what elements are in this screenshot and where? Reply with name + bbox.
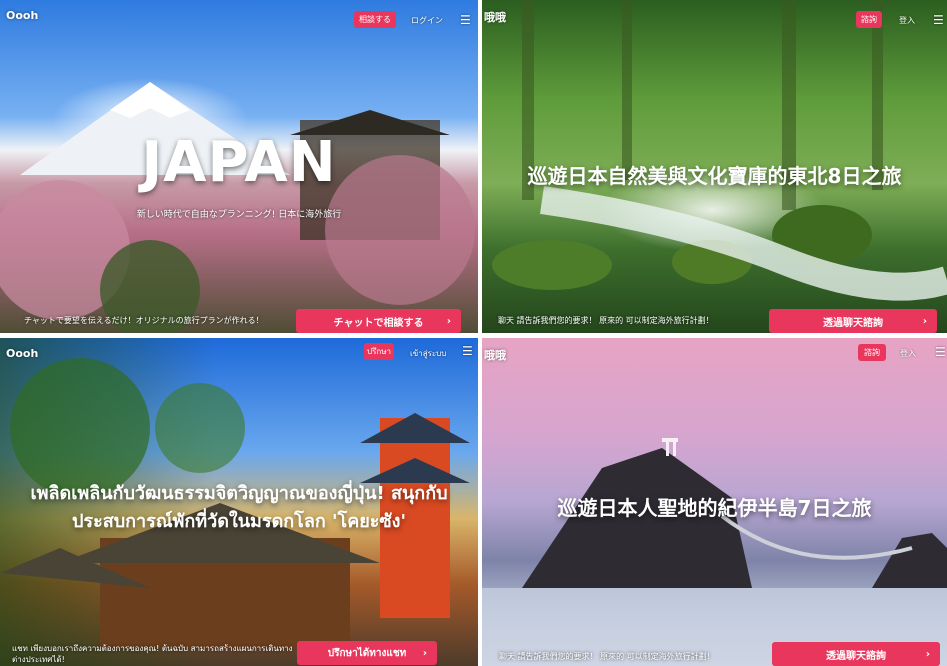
hero-title: 巡遊日本人聖地的紀伊半島7日之旅 [557,496,872,520]
chat-consult-label: 透過聊天諮詢 [823,317,883,329]
chevron-right-icon: › [922,315,927,327]
logo[interactable]: 哦哦 [484,347,506,363]
panel-japan-ja: Oooh 相談する ログイン ☰ JAPAN 新しい時代で自由なプランニング! … [0,0,478,333]
bottom-message: แชท เพียงบอกเราถึงความต้องการของคุณ! ต้น… [12,643,293,665]
bottom-message: 聊天 請告訴我們您的要求！ 原來的 可以制定海外旅行計劃！ [499,652,715,661]
chat-consult-button[interactable]: 透過聊天諮詢 › [769,309,937,333]
chat-consult-button[interactable]: ปรึกษาได้ทางแชท › [297,641,437,665]
hero-title: JAPAN [141,130,337,195]
chat-consult-button[interactable]: 透過聊天諮詢 › [772,642,940,666]
panel-tohoku-zh: 哦哦 諮詢 登入 ☰ 巡遊日本自然美與文化寶庫的東北8日之旅 聊天 請告訴我們您… [482,0,947,333]
logo[interactable]: Oooh [6,9,38,22]
chat-consult-label: 透過聊天諮詢 [826,650,886,662]
hero-subtitle: 新しい時代で自由なプランニング! 日本に海外旅行 [136,210,342,220]
bottom-message-line-1: แชท เพียงบอกเราถึงความต้องการของคุณ! ต้น… [12,644,293,653]
hero-title-line-2: ประสบการณ์พักที่วัดในมรดกโลก 'โคยะซัง' [71,511,406,532]
screenshot-grid: Oooh 相談する ログイン ☰ JAPAN 新しい時代で自由なプランニング! … [0,0,947,666]
bottom-message: チャットで要望を伝えるだけ！オリジナルの旅行プランが作れる！ [24,316,264,325]
hero-title: 巡遊日本自然美與文化寶庫的東北8日之旅 [527,164,902,188]
hero-title: เพลิดเพลินกับวัฒนธรรมจิตวิญญาณของญี่ปุ่น… [0,480,478,536]
consult-button[interactable]: ปรึกษา [364,343,394,360]
panel-kii-zh: 哦哦 諮詢 登入 ☰ 巡遊日本人聖地的紀伊半島7日之旅 聊天 請告訴我們您的要求… [482,338,947,666]
menu-icon[interactable]: ☰ [460,14,471,26]
chat-consult-label: チャットで相談する [333,317,424,329]
chevron-right-icon: › [446,315,451,327]
chevron-right-icon: › [422,647,427,659]
login-link[interactable]: 登入 [899,15,915,26]
hero-title-line-1: เพลิดเพลินกับวัฒนธรรมจิตวิญญาณของญี่ปุ่น… [30,483,448,504]
logo[interactable]: Oooh [6,347,38,360]
login-link[interactable]: ログイン [411,15,443,26]
bottom-message-line-2: ต่างประเทศได้! [12,655,65,664]
consult-button[interactable]: 諮詢 [856,11,882,28]
login-link[interactable]: 登入 [900,348,916,359]
chat-consult-label: ปรึกษาได้ทางแชท [327,647,407,659]
menu-icon[interactable]: ☰ [935,346,946,358]
chat-consult-button[interactable]: チャットで相談する › [296,309,461,333]
chevron-right-icon: › [925,648,930,660]
login-link[interactable]: เข้าสู่ระบบ [410,347,446,360]
menu-icon[interactable]: ☰ [462,345,473,357]
consult-button[interactable]: 諮詢 [858,344,886,361]
consult-button[interactable]: 相談する [354,11,396,28]
bottom-message: 聊天 請告訴我們您的要求！ 原來的 可以制定海外旅行計劃！ [498,316,714,325]
panel-koyasan-th: Oooh ปรึกษา เข้าสู่ระบบ ☰ เพลิดเพลินกับว… [0,338,478,666]
menu-icon[interactable]: ☰ [933,14,944,26]
logo[interactable]: 哦哦 [484,9,506,25]
